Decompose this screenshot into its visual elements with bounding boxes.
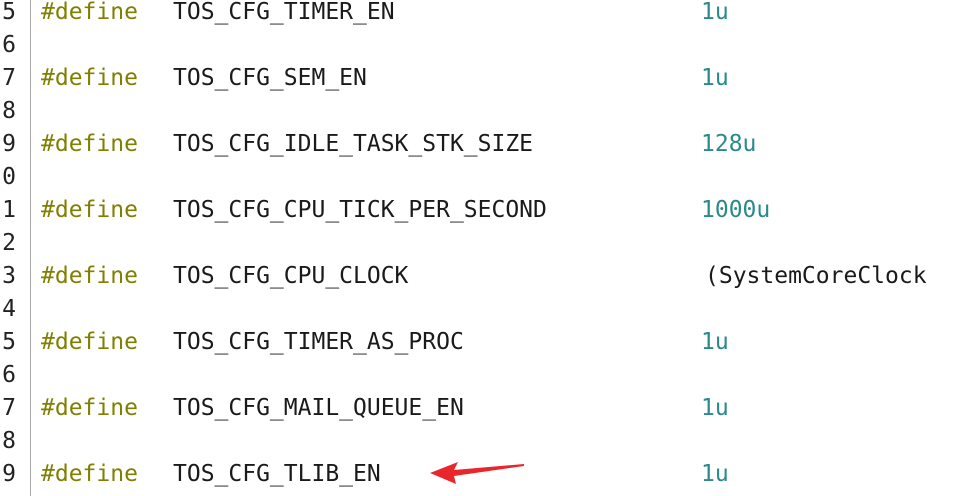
- macro-value: 1u: [701, 65, 729, 91]
- line-number-gutter: 5 6 7 8 9 0 1 2 3 4 5 6 7 8 9: [0, 0, 31, 496]
- define-keyword: #define: [41, 0, 138, 25]
- macro-value: 1000u: [701, 197, 771, 223]
- macro-name: TOS_CFG_TIMER_AS_PROC: [173, 329, 464, 355]
- macro-name: TOS_CFG_TIMER_EN: [173, 0, 395, 25]
- line-number: 9: [2, 461, 16, 487]
- line-number: 7: [2, 395, 16, 421]
- define-keyword: #define: [41, 197, 138, 223]
- code-line[interactable]: #define TOS_CFG_CPU_TICK_PER_SECOND 1000…: [41, 194, 962, 227]
- macro-value: 1u: [701, 461, 729, 487]
- line-number: 7: [2, 65, 16, 91]
- line-number: 8: [2, 428, 16, 454]
- define-keyword: #define: [41, 131, 138, 157]
- line-number: 6: [2, 32, 16, 58]
- line-number: 9: [2, 131, 16, 157]
- define-keyword: #define: [41, 329, 138, 355]
- code-editor[interactable]: 5 6 7 8 9 0 1 2 3 4 5 6 7 8 9 #define TO…: [0, 0, 962, 496]
- macro-name: TOS_CFG_TLIB_EN: [173, 461, 381, 487]
- code-line[interactable]: #define TOS_CFG_CPU_CLOCK (SystemCoreClo…: [41, 260, 962, 293]
- line-number: 5: [2, 329, 16, 355]
- code-line[interactable]: #define TOS_CFG_TIMER_EN 1u: [41, 0, 962, 29]
- line-number: 6: [2, 362, 16, 388]
- line-number: 2: [2, 230, 16, 256]
- macro-value: 1u: [701, 329, 729, 355]
- line-number: 3: [2, 263, 16, 289]
- macro-name: TOS_CFG_SEM_EN: [173, 65, 367, 91]
- line-number: 0: [2, 164, 16, 190]
- macro-name: TOS_CFG_CPU_TICK_PER_SECOND: [173, 197, 547, 223]
- macro-value: 128u: [701, 131, 757, 157]
- macro-name: TOS_CFG_CPU_CLOCK: [173, 263, 409, 289]
- line-number: 8: [2, 98, 16, 124]
- macro-name: TOS_CFG_MAIL_QUEUE_EN: [173, 395, 464, 421]
- macro-name: TOS_CFG_IDLE_TASK_STK_SIZE: [173, 131, 534, 157]
- line-number: 1: [2, 197, 16, 223]
- line-number: 5: [2, 0, 16, 25]
- macro-value: 1u: [701, 395, 729, 421]
- define-keyword: #define: [41, 263, 138, 289]
- red-arrow-icon: [430, 462, 524, 484]
- line-number: 4: [2, 296, 16, 322]
- code-line[interactable]: #define TOS_CFG_MAIL_QUEUE_EN 1u: [41, 392, 962, 425]
- macro-value: (SystemCoreClock: [705, 263, 927, 289]
- define-keyword: #define: [41, 395, 138, 421]
- define-keyword: #define: [41, 461, 138, 487]
- code-line[interactable]: #define TOS_CFG_IDLE_TASK_STK_SIZE 128u: [41, 128, 962, 161]
- code-line[interactable]: #define TOS_CFG_TIMER_AS_PROC 1u: [41, 326, 962, 359]
- macro-value: 1u: [701, 0, 729, 25]
- define-keyword: #define: [41, 65, 138, 91]
- code-line[interactable]: #define TOS_CFG_SEM_EN 1u: [41, 62, 962, 95]
